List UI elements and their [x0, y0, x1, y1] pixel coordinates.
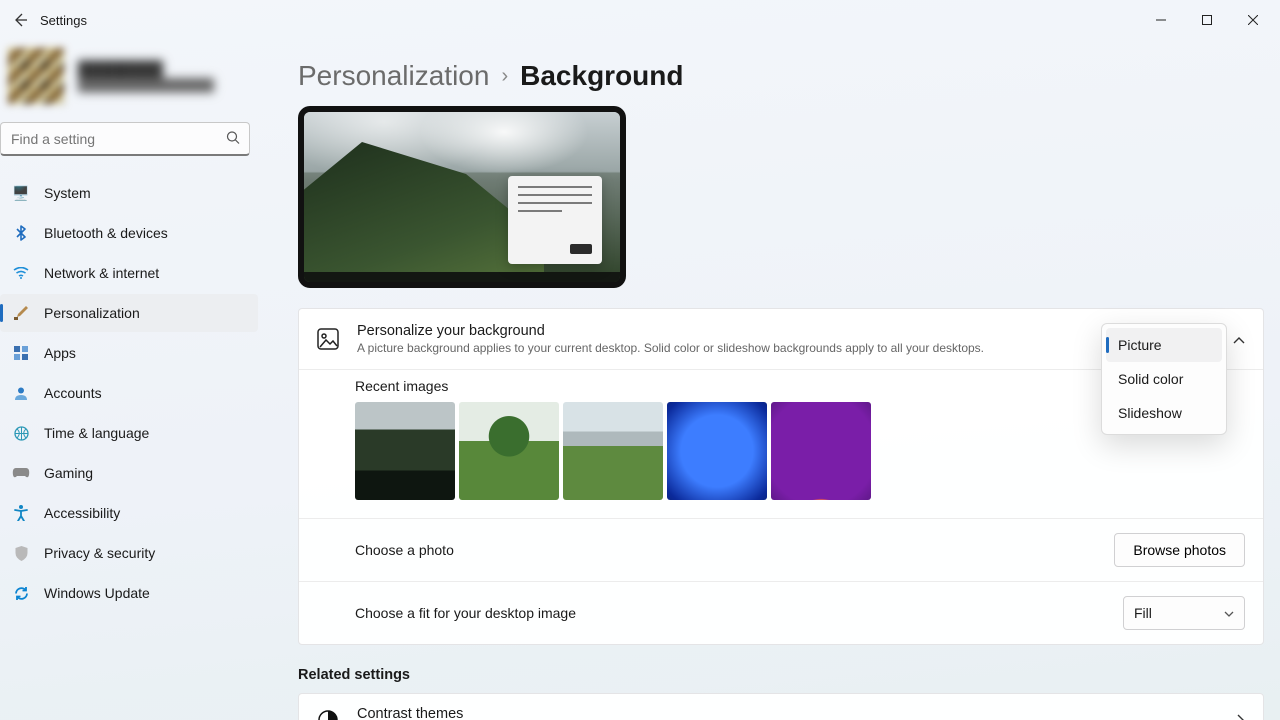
dropdown-option-picture[interactable]: Picture: [1106, 328, 1222, 362]
breadcrumb-parent[interactable]: Personalization: [298, 60, 489, 92]
sidebar-item-label: Network & internet: [44, 265, 159, 281]
sidebar-item-privacy[interactable]: Privacy & security: [0, 534, 258, 572]
related-settings-heading: Related settings: [298, 667, 1264, 683]
recent-image-thumb[interactable]: [459, 402, 559, 500]
browse-photos-button[interactable]: Browse photos: [1114, 533, 1245, 567]
fit-combobox[interactable]: Fill: [1123, 596, 1245, 630]
profile-email: ████████████████: [78, 78, 214, 92]
personalize-subtitle: A picture background applies to your cur…: [357, 341, 984, 355]
app-title: Settings: [40, 13, 87, 28]
recent-image-thumb[interactable]: [355, 402, 455, 500]
preview-window-mock: [508, 176, 602, 264]
maximize-button[interactable]: [1184, 4, 1230, 36]
profile-name: ████████: [78, 61, 214, 78]
profile-block[interactable]: ████████ ████████████████: [0, 46, 258, 122]
sidebar-item-label: Personalization: [44, 305, 140, 321]
sidebar-item-label: Bluetooth & devices: [44, 225, 168, 241]
back-icon[interactable]: [8, 8, 32, 32]
personalize-panel: Personalize your background A picture ba…: [298, 308, 1264, 645]
shield-icon: [12, 544, 30, 562]
sidebar-item-label: System: [44, 185, 91, 201]
dropdown-option-solid[interactable]: Solid color: [1106, 362, 1222, 396]
sidebar-item-label: Privacy & security: [44, 545, 155, 561]
page-title: Background: [520, 60, 683, 92]
recent-image-thumb[interactable]: [771, 402, 871, 500]
personalize-title: Personalize your background: [357, 323, 984, 339]
minimize-button[interactable]: [1138, 4, 1184, 36]
picture-icon: [317, 328, 339, 350]
sidebar-item-label: Windows Update: [44, 585, 150, 601]
content: Personalization › Background Personalize…: [258, 40, 1280, 720]
chevron-down-icon: [1224, 605, 1234, 621]
chevron-right-icon: [1237, 713, 1245, 720]
close-button[interactable]: [1230, 4, 1276, 36]
gamepad-icon: [12, 464, 30, 482]
sidebar-item-label: Apps: [44, 345, 76, 361]
update-icon: [12, 584, 30, 602]
contrast-icon: [317, 709, 339, 720]
window-controls: [1138, 4, 1276, 36]
avatar: [8, 48, 64, 104]
desktop-preview: [298, 106, 626, 288]
sidebar-item-update[interactable]: Windows Update: [0, 574, 258, 612]
sidebar-item-label: Accessibility: [44, 505, 120, 521]
sidebar-item-label: Gaming: [44, 465, 93, 481]
sidebar-item-network[interactable]: Network & internet: [0, 254, 258, 292]
sidebar-item-personalization[interactable]: Personalization: [0, 294, 258, 332]
paintbrush-icon: [12, 304, 30, 322]
sidebar-item-accessibility[interactable]: Accessibility: [0, 494, 258, 532]
contrast-title: Contrast themes: [357, 706, 585, 720]
recent-image-thumb[interactable]: [667, 402, 767, 500]
search-icon: [226, 131, 240, 148]
sidebar-item-label: Accounts: [44, 385, 102, 401]
sidebar-item-label: Time & language: [44, 425, 149, 441]
breadcrumb: Personalization › Background: [298, 60, 1264, 92]
background-type-dropdown[interactable]: Picture Solid color Slideshow: [1101, 323, 1227, 435]
wifi-icon: [12, 264, 30, 282]
globe-clock-icon: [12, 424, 30, 442]
choose-photo-label: Choose a photo: [355, 542, 454, 558]
choose-fit-label: Choose a fit for your desktop image: [355, 605, 576, 621]
sidebar-item-system[interactable]: 🖥️ System: [0, 174, 258, 212]
sidebar-item-accounts[interactable]: Accounts: [0, 374, 258, 412]
recent-image-thumb[interactable]: [563, 402, 663, 500]
sidebar-item-apps[interactable]: Apps: [0, 334, 258, 372]
sidebar: ████████ ████████████████ 🖥️ System Bluet…: [0, 40, 258, 720]
chevron-right-icon: ›: [501, 65, 508, 88]
sidebar-item-time[interactable]: Time & language: [0, 414, 258, 452]
fit-value: Fill: [1134, 605, 1152, 621]
accessibility-icon: [12, 504, 30, 522]
display-icon: 🖥️: [12, 184, 30, 202]
person-icon: [12, 384, 30, 402]
sidebar-item-gaming[interactable]: Gaming: [0, 454, 258, 492]
bluetooth-icon: [12, 224, 30, 242]
dropdown-option-slideshow[interactable]: Slideshow: [1106, 396, 1222, 430]
search-input[interactable]: [0, 122, 250, 156]
chevron-up-icon[interactable]: [1233, 331, 1245, 349]
apps-icon: [12, 344, 30, 362]
sidebar-item-bluetooth[interactable]: Bluetooth & devices: [0, 214, 258, 252]
titlebar: Settings: [0, 0, 1280, 40]
contrast-themes-link[interactable]: Contrast themes Color themes for low vis…: [298, 693, 1264, 720]
